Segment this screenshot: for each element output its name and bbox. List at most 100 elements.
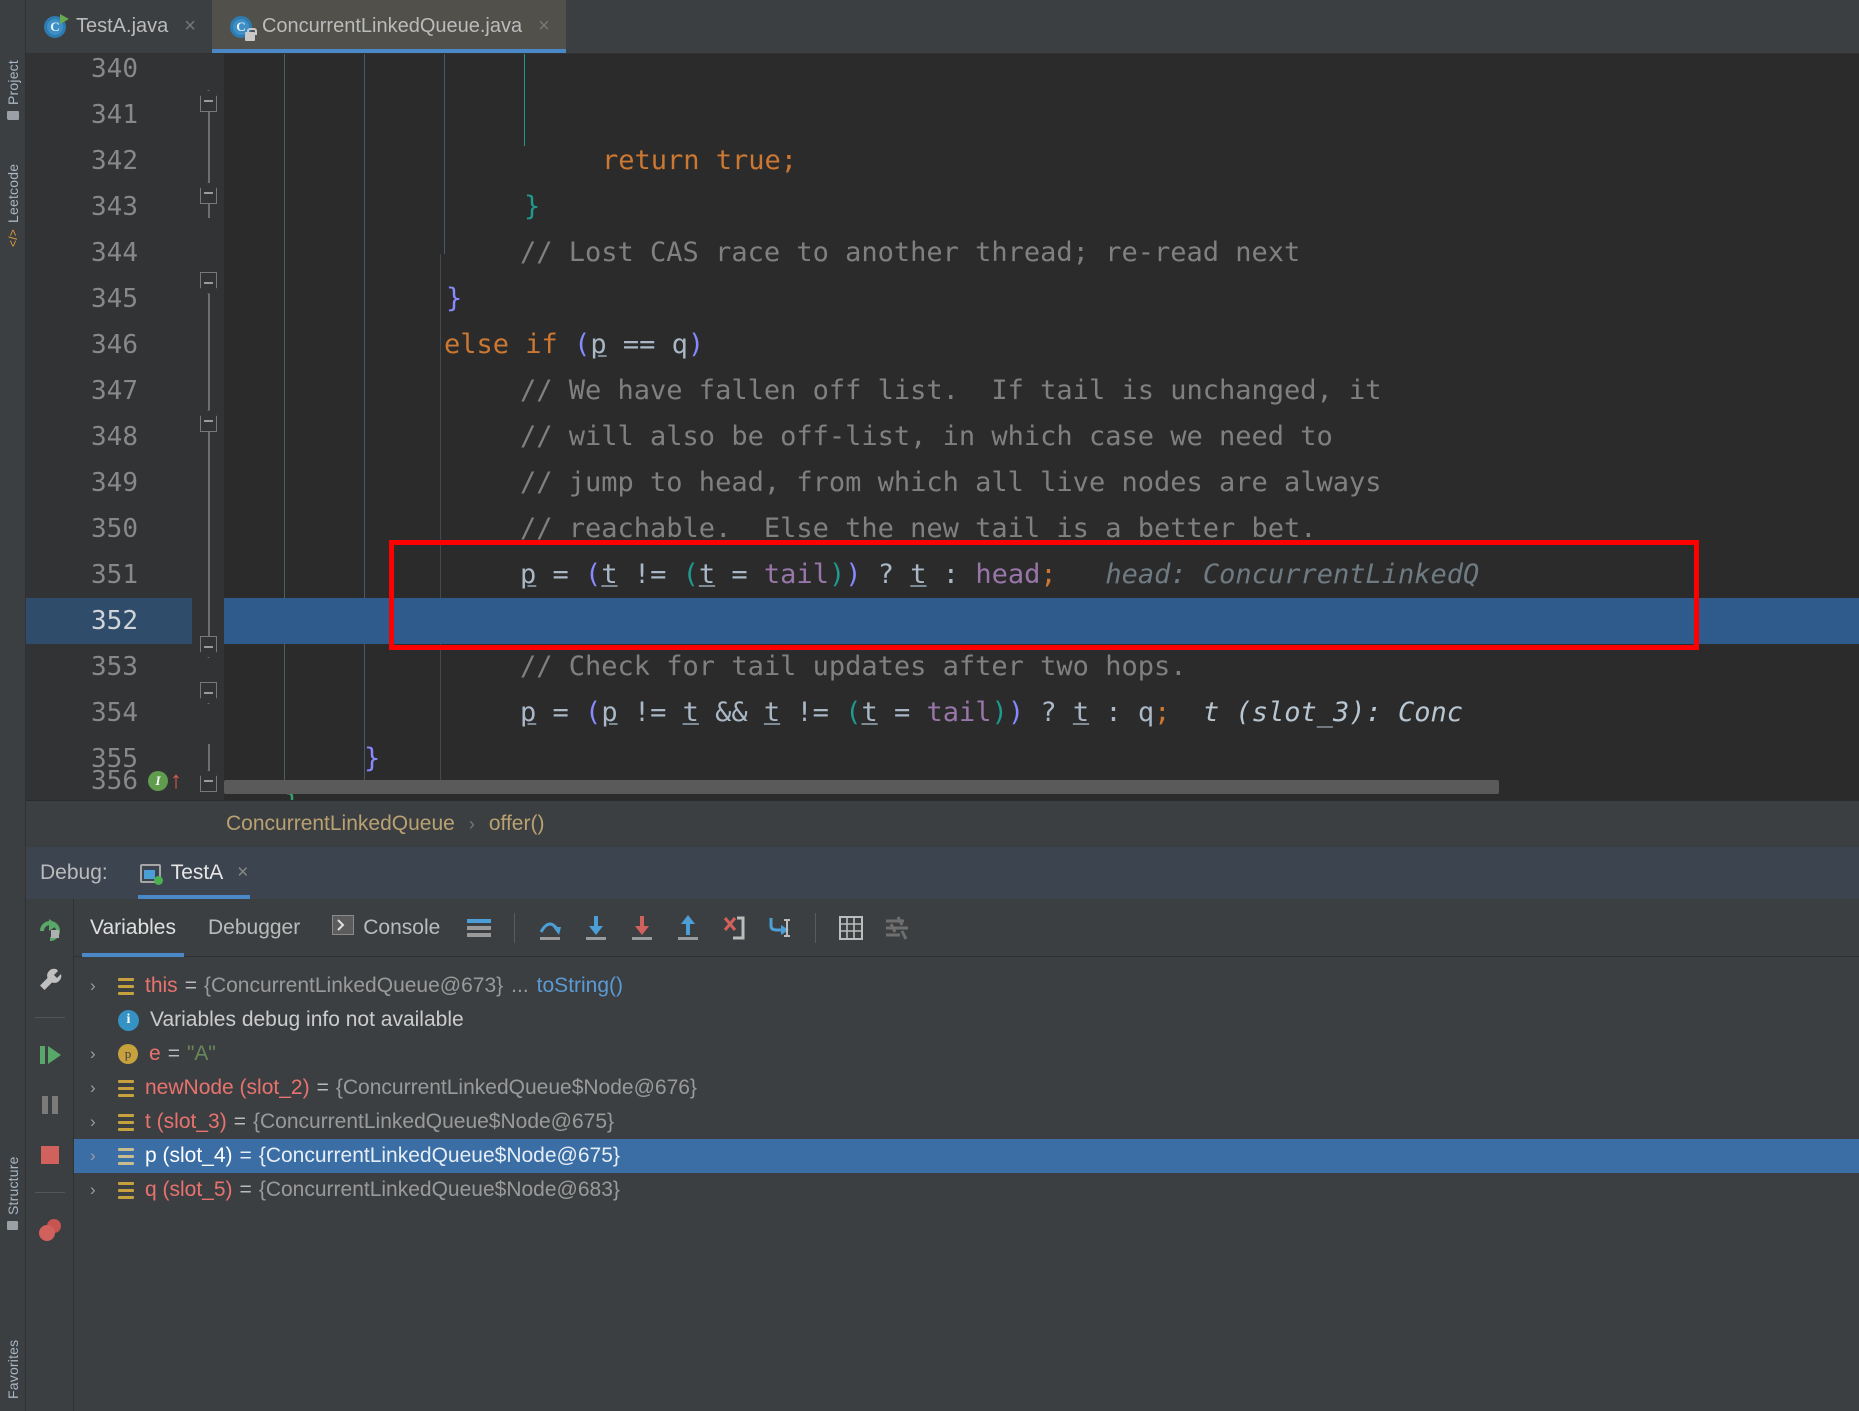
variable-row-newnode[interactable]: › newNode (slot_2) = {ConcurrentLinkedQu…	[74, 1071, 1859, 1105]
chevron-right-icon[interactable]: ›	[90, 976, 118, 996]
equals-sign: =	[239, 1144, 252, 1167]
fold-marker[interactable]	[200, 636, 217, 658]
rail-tab-structure[interactable]: Structure	[0, 1116, 26, 1236]
info-icon: i	[118, 1009, 139, 1031]
variable-row-t[interactable]: › t (slot_3) = {ConcurrentLinkedQueue$No…	[74, 1105, 1859, 1139]
chevron-right-icon[interactable]: ›	[90, 1044, 118, 1064]
editor-tab-testa[interactable]: C TestA.java ×	[26, 0, 212, 53]
object-field-icon	[118, 1113, 134, 1131]
gutter-line: 343	[26, 184, 192, 230]
resume-program-icon[interactable]	[33, 1038, 67, 1072]
gutter-line: 347	[26, 368, 192, 414]
tab-console[interactable]: Console	[316, 899, 456, 957]
gutter-line-run[interactable]: 356 I ↑	[26, 758, 192, 800]
chevron-right-icon[interactable]: ›	[90, 1078, 118, 1098]
tostring-link[interactable]: toString()	[537, 974, 623, 998]
code-line-346: // will also be off-list, in which case …	[224, 322, 1859, 452]
variable-name: p (slot_4)	[145, 1144, 233, 1167]
variable-row-p-selected[interactable]: › p (slot_4) = {ConcurrentLinkedQueue$No…	[74, 1139, 1859, 1173]
breadcrumb[interactable]: ConcurrentLinkedQueue › offer()	[26, 800, 1859, 847]
override-arrow-icon: ↑	[170, 767, 182, 794]
line-number: 351	[91, 560, 138, 590]
step-into-icon[interactable]	[573, 905, 619, 951]
close-icon[interactable]: ×	[538, 15, 550, 38]
fold-marker[interactable]	[200, 682, 217, 704]
line-number: 352	[91, 606, 138, 636]
line-number: 344	[91, 238, 138, 268]
variable-value: {ConcurrentLinkedQueue$Node@676}	[335, 1076, 697, 1099]
variable-row-this[interactable]: › this = {ConcurrentLinkedQueue@673} ...…	[74, 969, 1859, 1003]
gutter-line: 340	[26, 54, 192, 92]
close-icon[interactable]: ×	[184, 15, 196, 38]
chevron-right-icon[interactable]: ›	[90, 1112, 118, 1132]
chevron-right-icon[interactable]: ›	[90, 1146, 118, 1166]
variable-row-q[interactable]: › q (slot_5) = {ConcurrentLinkedQueue$No…	[74, 1173, 1859, 1207]
chevron-right-icon[interactable]: ›	[90, 1180, 118, 1200]
breadcrumb-class[interactable]: ConcurrentLinkedQueue	[226, 812, 455, 836]
variable-row-e[interactable]: › p e = "A"	[74, 1037, 1859, 1071]
equals-sign: =	[167, 1042, 180, 1065]
editor-code-area[interactable]: return true; } // Lost CAS race to anoth…	[224, 54, 1859, 800]
pause-program-icon[interactable]	[33, 1088, 67, 1122]
parameter-icon: p	[118, 1044, 138, 1064]
line-number: 345	[91, 284, 138, 314]
rail-tab-leetcode-label: Leetcode	[5, 163, 21, 224]
variables-panel[interactable]: › this = {ConcurrentLinkedQueue@673} ...…	[74, 957, 1859, 1411]
rail-tab-project[interactable]: Project	[0, 6, 26, 126]
breadcrumb-method[interactable]: offer()	[489, 812, 545, 836]
gutter-line: 350	[26, 506, 192, 552]
settings-icon[interactable]	[874, 905, 920, 951]
debug-toolbar: Variables Debugger Console	[74, 899, 1859, 957]
tab-variables[interactable]: Variables	[74, 899, 192, 957]
mute-breakpoints-icon[interactable]	[33, 1213, 67, 1247]
editor-tab-concurrentlinkedqueue[interactable]: C ConcurrentLinkedQueue.java ×	[211, 0, 566, 53]
editor-fold-column[interactable]	[192, 54, 224, 800]
editor-horizontal-scrollbar[interactable]	[224, 780, 1499, 794]
code-line-351: // Check for tail updates after two hops…	[224, 552, 1859, 682]
drop-frame-icon[interactable]	[711, 905, 757, 951]
settings-wrench-icon[interactable]	[33, 963, 67, 997]
debug-session-tab-label: TestA	[170, 861, 224, 884]
editor-gutter[interactable]: 340 341 342 343 344 345 346 347 348 349 …	[26, 54, 192, 800]
step-out-icon[interactable]	[665, 905, 711, 951]
evaluate-expression-icon[interactable]	[828, 905, 874, 951]
fold-marker[interactable]	[200, 410, 217, 432]
editor-tab-concurrentlinkedqueue-label: ConcurrentLinkedQueue.java	[261, 15, 523, 37]
fold-marker[interactable]	[200, 182, 217, 204]
folder-icon	[7, 111, 19, 120]
fold-marker[interactable]	[200, 770, 217, 792]
line-number: 356	[91, 766, 138, 796]
fold-marker[interactable]	[200, 272, 217, 294]
run-to-cursor-icon[interactable]	[757, 905, 803, 951]
code-line-342: // Lost CAS race to another thread; re-r…	[224, 138, 1859, 268]
line-number: 353	[91, 652, 138, 682]
stop-icon[interactable]	[33, 1138, 67, 1172]
code-line-354: }	[224, 690, 1859, 800]
editor-tab-bar: C TestA.java × C ConcurrentLinkedQueue.j…	[26, 0, 1859, 54]
step-over-icon[interactable]	[527, 905, 573, 951]
close-icon[interactable]: ×	[237, 862, 248, 884]
java-class-locked-icon: C	[229, 15, 257, 41]
divider	[815, 912, 817, 943]
run-method-icon[interactable]: I	[148, 771, 168, 791]
fold-marker[interactable]	[200, 90, 217, 112]
tab-debugger[interactable]: Debugger	[192, 899, 316, 957]
gutter-line: 344	[26, 230, 192, 276]
force-step-into-icon[interactable]	[619, 905, 665, 951]
gutter-run-marker[interactable]: I ↑	[148, 769, 182, 793]
console-icon	[332, 914, 355, 941]
rail-tab-project-label: Project	[5, 60, 21, 105]
line-number: 341	[91, 100, 138, 130]
rail-tab-favorites[interactable]: Favorites	[0, 1305, 26, 1405]
divider	[34, 1017, 65, 1018]
debug-session-tab-testa[interactable]: TestA ×	[126, 847, 263, 899]
variable-name: newNode (slot_2)	[145, 1076, 310, 1099]
variable-name: e	[149, 1042, 161, 1065]
rail-tab-favorites-label: Favorites	[5, 1339, 21, 1399]
rerun-icon[interactable]	[33, 913, 67, 947]
layout-icon[interactable]	[456, 905, 502, 951]
code-editor[interactable]: 340 341 342 343 344 345 346 347 348 349 …	[26, 54, 1859, 800]
divider	[34, 1192, 65, 1193]
line-number: 349	[91, 468, 138, 498]
rail-tab-leetcode[interactable]: </> Leetcode	[0, 135, 26, 253]
